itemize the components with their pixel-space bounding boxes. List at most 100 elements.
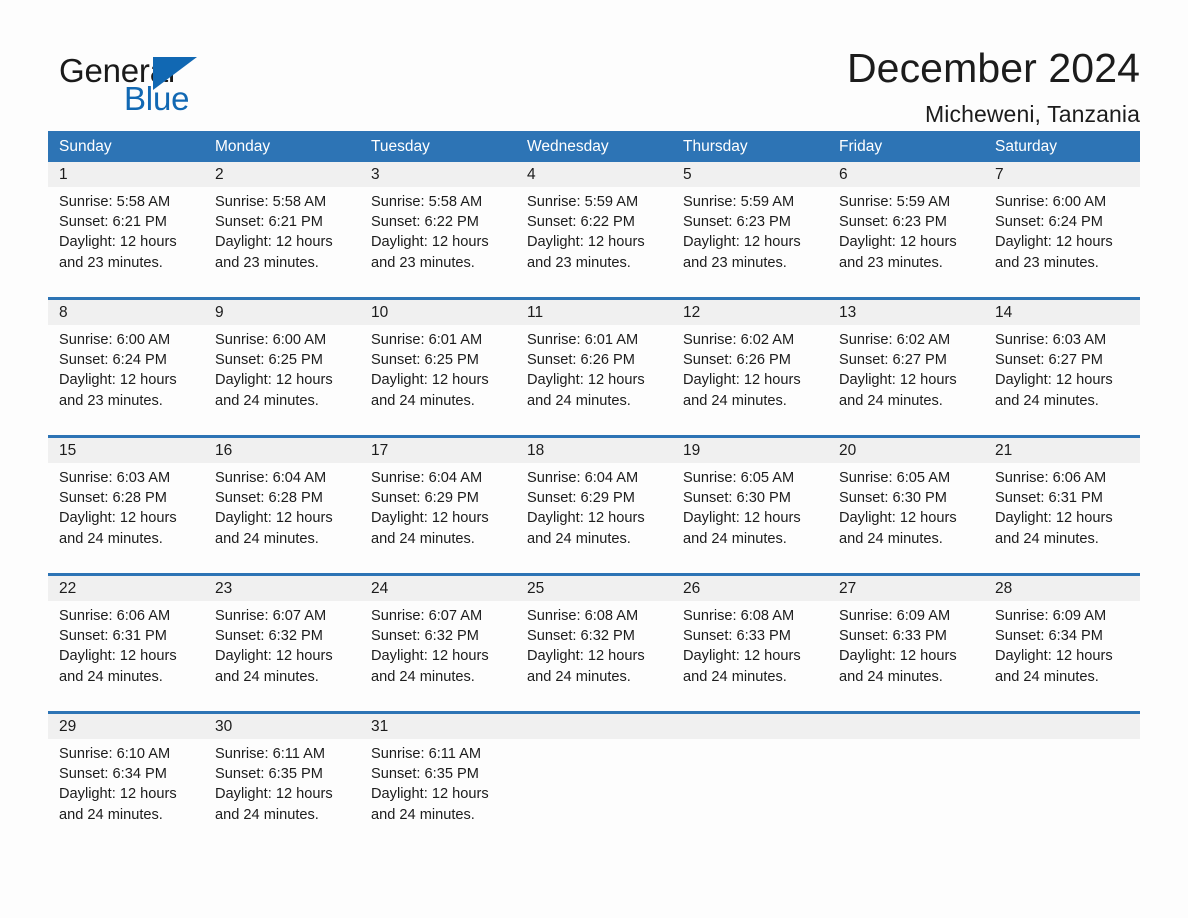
day-cell[interactable]: 1 Sunrise: 5:58 AM Sunset: 6:21 PM Dayli… [48,162,204,294]
weekday-header-wednesday: Wednesday [527,138,609,155]
day-cell[interactable]: 23 Sunrise: 6:07 AM Sunset: 6:32 PM Dayl… [204,576,360,708]
day-cell[interactable]: 25 Sunrise: 6:08 AM Sunset: 6:32 PM Dayl… [516,576,672,708]
day-sun-info: Sunrise: 6:04 AM Sunset: 6:29 PM Dayligh… [527,470,645,547]
day-cell[interactable]: 10 Sunrise: 6:01 AM Sunset: 6:25 PM Dayl… [360,300,516,432]
day-number: 7 [995,166,1004,183]
day-cell[interactable]: 19 Sunrise: 6:05 AM Sunset: 6:30 PM Dayl… [672,438,828,570]
weekday-header-friday: Friday [839,138,883,155]
day-cell-empty [516,714,672,846]
day-cell[interactable]: 9 Sunrise: 6:00 AM Sunset: 6:25 PM Dayli… [204,300,360,432]
day-cell[interactable]: 3 Sunrise: 5:58 AM Sunset: 6:22 PM Dayli… [360,162,516,294]
day-sun-info: Sunrise: 6:01 AM Sunset: 6:26 PM Dayligh… [527,332,645,409]
day-sun-info: Sunrise: 6:03 AM Sunset: 6:28 PM Dayligh… [59,470,177,547]
day-number: 21 [995,442,1013,459]
day-cell[interactable]: 8 Sunrise: 6:00 AM Sunset: 6:24 PM Dayli… [48,300,204,432]
day-sun-info: Sunrise: 6:09 AM Sunset: 6:34 PM Dayligh… [995,608,1113,685]
day-sun-info: Sunrise: 6:10 AM Sunset: 6:34 PM Dayligh… [59,746,177,823]
day-number: 14 [995,304,1013,321]
week-row: 8 Sunrise: 6:00 AM Sunset: 6:24 PM Dayli… [48,297,1140,432]
day-cell[interactable]: 6 Sunrise: 5:59 AM Sunset: 6:23 PM Dayli… [828,162,984,294]
day-sun-info: Sunrise: 6:09 AM Sunset: 6:33 PM Dayligh… [839,608,957,685]
page-title: December 2024 [846,45,1140,91]
day-sun-info: Sunrise: 6:06 AM Sunset: 6:31 PM Dayligh… [995,470,1113,547]
day-cell[interactable]: 27 Sunrise: 6:09 AM Sunset: 6:33 PM Dayl… [828,576,984,708]
page-header: General Blue December 2024 Micheweni, Ta… [48,0,1140,127]
day-cell[interactable]: 14 Sunrise: 6:03 AM Sunset: 6:27 PM Dayl… [984,300,1140,432]
week-row: 15 Sunrise: 6:03 AM Sunset: 6:28 PM Dayl… [48,435,1140,570]
week-row: 22 Sunrise: 6:06 AM Sunset: 6:31 PM Dayl… [48,573,1140,708]
day-sun-info: Sunrise: 5:58 AM Sunset: 6:22 PM Dayligh… [371,194,489,271]
calendar-grid: Sunday Monday Tuesday Wednesday Thursday… [48,131,1140,846]
day-sun-info: Sunrise: 6:01 AM Sunset: 6:25 PM Dayligh… [371,332,489,409]
day-number: 9 [215,304,224,321]
day-sun-info: Sunrise: 6:04 AM Sunset: 6:28 PM Dayligh… [215,470,333,547]
day-cell[interactable]: 24 Sunrise: 6:07 AM Sunset: 6:32 PM Dayl… [360,576,516,708]
day-number: 2 [215,166,224,183]
location-subtitle: Micheweni, Tanzania [925,100,1140,127]
day-sun-info: Sunrise: 6:00 AM Sunset: 6:24 PM Dayligh… [59,332,177,409]
weekday-header-monday: Monday [215,138,271,155]
day-cell[interactable]: 18 Sunrise: 6:04 AM Sunset: 6:29 PM Dayl… [516,438,672,570]
day-number: 5 [683,166,692,183]
day-sun-info: Sunrise: 6:05 AM Sunset: 6:30 PM Dayligh… [839,470,957,547]
day-number: 23 [215,580,233,597]
day-sun-info: Sunrise: 6:02 AM Sunset: 6:27 PM Dayligh… [839,332,957,409]
day-number: 11 [527,304,544,321]
day-number: 16 [215,442,233,459]
day-sun-info: Sunrise: 5:59 AM Sunset: 6:22 PM Dayligh… [527,194,645,271]
day-number: 3 [371,166,380,183]
day-number: 28 [995,580,1013,597]
day-number: 1 [59,166,68,183]
day-number: 8 [59,304,68,321]
day-sun-info: Sunrise: 6:03 AM Sunset: 6:27 PM Dayligh… [995,332,1113,409]
day-sun-info: Sunrise: 6:11 AM Sunset: 6:35 PM Dayligh… [371,746,489,823]
week-row: 1 Sunrise: 5:58 AM Sunset: 6:21 PM Dayli… [48,162,1140,294]
day-cell[interactable]: 13 Sunrise: 6:02 AM Sunset: 6:27 PM Dayl… [828,300,984,432]
day-sun-info: Sunrise: 5:59 AM Sunset: 6:23 PM Dayligh… [839,194,957,271]
day-cell[interactable]: 22 Sunrise: 6:06 AM Sunset: 6:31 PM Dayl… [48,576,204,708]
day-cell[interactable]: 26 Sunrise: 6:08 AM Sunset: 6:33 PM Dayl… [672,576,828,708]
day-number: 13 [839,304,857,321]
day-cell[interactable]: 29 Sunrise: 6:10 AM Sunset: 6:34 PM Dayl… [48,714,204,846]
day-sun-info: Sunrise: 5:58 AM Sunset: 6:21 PM Dayligh… [59,194,177,271]
day-cell[interactable]: 2 Sunrise: 5:58 AM Sunset: 6:21 PM Dayli… [204,162,360,294]
day-cell[interactable]: 21 Sunrise: 6:06 AM Sunset: 6:31 PM Dayl… [984,438,1140,570]
day-cell[interactable]: 7 Sunrise: 6:00 AM Sunset: 6:24 PM Dayli… [984,162,1140,294]
day-number: 18 [527,442,545,459]
day-cell[interactable]: 11 Sunrise: 6:01 AM Sunset: 6:26 PM Dayl… [516,300,672,432]
day-sun-info: Sunrise: 6:07 AM Sunset: 6:32 PM Dayligh… [371,608,489,685]
day-number: 30 [215,718,233,735]
day-cell[interactable]: 5 Sunrise: 5:59 AM Sunset: 6:23 PM Dayli… [672,162,828,294]
day-sun-info: Sunrise: 6:02 AM Sunset: 6:26 PM Dayligh… [683,332,801,409]
week-row: 29 Sunrise: 6:10 AM Sunset: 6:34 PM Dayl… [48,711,1140,846]
day-cell[interactable]: 31 Sunrise: 6:11 AM Sunset: 6:35 PM Dayl… [360,714,516,846]
day-number: 6 [839,166,848,183]
day-sun-info: Sunrise: 6:00 AM Sunset: 6:25 PM Dayligh… [215,332,333,409]
day-number: 26 [683,580,701,597]
day-sun-info: Sunrise: 6:00 AM Sunset: 6:24 PM Dayligh… [995,194,1113,271]
weekday-header-sunday: Sunday [59,138,112,155]
day-number: 31 [371,718,389,735]
day-sun-info: Sunrise: 6:08 AM Sunset: 6:32 PM Dayligh… [527,608,645,685]
day-number: 17 [371,442,389,459]
day-cell[interactable]: 15 Sunrise: 6:03 AM Sunset: 6:28 PM Dayl… [48,438,204,570]
day-number: 25 [527,580,545,597]
day-cell[interactable]: 16 Sunrise: 6:04 AM Sunset: 6:28 PM Dayl… [204,438,360,570]
day-number: 20 [839,442,857,459]
day-number: 4 [527,166,536,183]
weekday-header-saturday: Saturday [995,138,1058,155]
day-cell-empty [828,714,984,846]
day-cell[interactable]: 28 Sunrise: 6:09 AM Sunset: 6:34 PM Dayl… [984,576,1140,708]
title-block: December 2024 Micheweni, Tanzania [847,44,1140,129]
day-sun-info: Sunrise: 6:05 AM Sunset: 6:30 PM Dayligh… [683,470,801,547]
general-blue-logo: General Blue [48,44,248,116]
day-cell[interactable]: 12 Sunrise: 6:02 AM Sunset: 6:26 PM Dayl… [672,300,828,432]
day-cell[interactable]: 20 Sunrise: 6:05 AM Sunset: 6:30 PM Dayl… [828,438,984,570]
day-cell-empty [672,714,828,846]
day-cell[interactable]: 17 Sunrise: 6:04 AM Sunset: 6:29 PM Dayl… [360,438,516,570]
day-cell[interactable]: 30 Sunrise: 6:11 AM Sunset: 6:35 PM Dayl… [204,714,360,846]
day-number: 12 [683,304,701,321]
day-sun-info: Sunrise: 6:11 AM Sunset: 6:35 PM Dayligh… [215,746,333,823]
day-cell[interactable]: 4 Sunrise: 5:59 AM Sunset: 6:22 PM Dayli… [516,162,672,294]
calendar-page: General Blue December 2024 Micheweni, Ta… [0,0,1188,918]
